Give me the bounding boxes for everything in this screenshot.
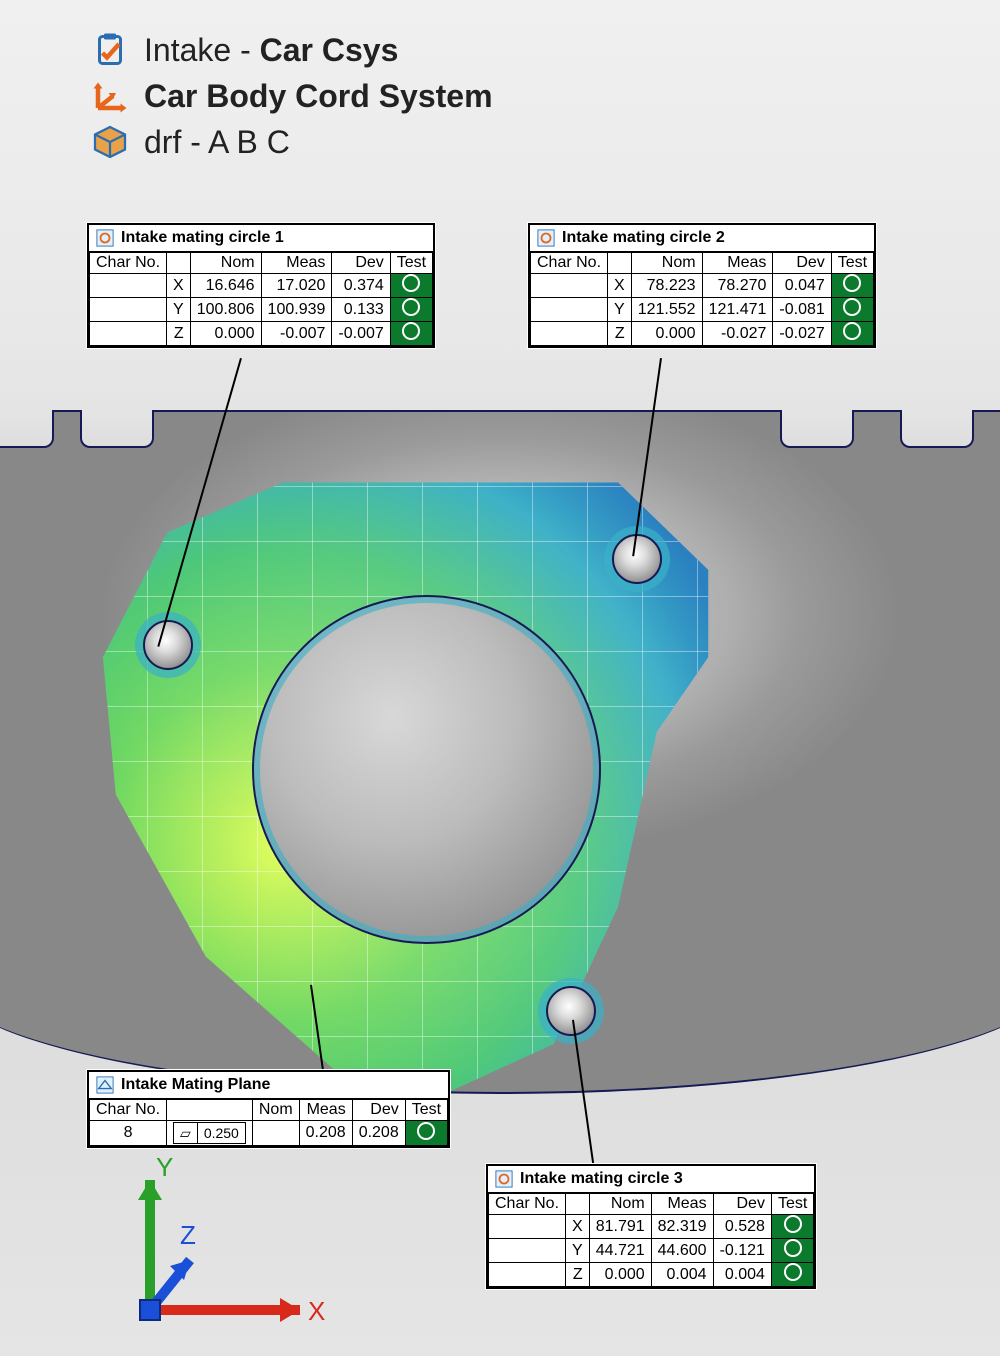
test-pass-indicator bbox=[771, 1215, 813, 1239]
measurement-table: Char No. Nom Meas Dev Test X16.64617.020… bbox=[89, 252, 433, 346]
test-pass-indicator bbox=[405, 1121, 447, 1146]
callout-intake-mating-circle-1[interactable]: Intake mating circle 1 Char No. Nom Meas… bbox=[87, 223, 435, 348]
col-dev: Dev bbox=[713, 1194, 771, 1215]
col-nom: Nom bbox=[589, 1194, 651, 1215]
mating-hole-1 bbox=[143, 620, 193, 670]
col-test: Test bbox=[771, 1194, 813, 1215]
col-meas: Meas bbox=[651, 1194, 713, 1215]
callout-intake-mating-circle-2[interactable]: Intake mating circle 2 Char No. Nom Meas… bbox=[528, 223, 876, 348]
col-dev: Dev bbox=[332, 253, 390, 274]
col-char-no: Char No. bbox=[90, 1100, 167, 1121]
table-row: Z0.000-0.007-0.007 bbox=[90, 322, 433, 346]
test-pass-indicator bbox=[831, 298, 873, 322]
table-row: X16.64617.0200.374 bbox=[90, 274, 433, 298]
coordinate-triad[interactable]: X Y Z bbox=[110, 1160, 330, 1340]
table-row: Z0.000-0.027-0.027 bbox=[531, 322, 874, 346]
axes-icon bbox=[90, 76, 130, 116]
table-row: X81.79182.3190.528 bbox=[489, 1215, 814, 1239]
circle-feature-icon bbox=[494, 1169, 514, 1189]
measurement-table: Char No. Nom Meas Dev Test X78.22378.270… bbox=[530, 252, 874, 346]
info-intake-bold: Car Csys bbox=[260, 32, 399, 68]
clipboard-check-icon bbox=[90, 30, 130, 70]
info-row-drf: drf - A B C bbox=[90, 122, 493, 162]
table-row: Y44.72144.600-0.121 bbox=[489, 1239, 814, 1263]
table-row: 8 ⏥ 0.250 0.208 0.208 bbox=[90, 1121, 448, 1146]
circle-feature-icon bbox=[536, 228, 556, 248]
axis-label-x: X bbox=[308, 1296, 325, 1327]
test-pass-indicator bbox=[831, 322, 873, 346]
mating-hole-2 bbox=[612, 534, 662, 584]
gdnt-feature-control-frame: ⏥ 0.250 bbox=[173, 1122, 246, 1144]
callout-title: Intake mating circle 1 bbox=[121, 229, 284, 247]
test-pass-indicator bbox=[771, 1239, 813, 1263]
test-pass-indicator bbox=[771, 1263, 813, 1287]
table-row: Z0.0000.0040.004 bbox=[489, 1263, 814, 1287]
callout-intake-mating-plane[interactable]: Intake Mating Plane Char No. Nom Meas De… bbox=[87, 1070, 450, 1148]
test-pass-indicator bbox=[390, 274, 432, 298]
test-pass-indicator bbox=[390, 298, 432, 322]
alignment-info-block: Intake - Car Csys Car Body Cord System d… bbox=[90, 30, 493, 168]
info-row-intake: Intake - Car Csys bbox=[90, 30, 493, 70]
callout-title: Intake mating circle 3 bbox=[520, 1170, 683, 1188]
mating-hole-3 bbox=[546, 986, 596, 1036]
flatness-symbol-icon: ⏥ bbox=[174, 1123, 198, 1143]
col-nom: Nom bbox=[631, 253, 702, 274]
col-char-no: Char No. bbox=[531, 253, 608, 274]
plane-feature-icon bbox=[95, 1075, 115, 1095]
measurement-table: Char No. Nom Meas Dev Test 8 ⏥ 0.250 0.2… bbox=[89, 1099, 448, 1146]
info-row-csys: Car Body Cord System bbox=[90, 76, 493, 116]
info-drf-prefix: drf - bbox=[144, 124, 208, 160]
tolerance-value: 0.250 bbox=[198, 1123, 245, 1143]
test-pass-indicator bbox=[831, 274, 873, 298]
col-meas: Meas bbox=[299, 1100, 352, 1121]
test-pass-indicator bbox=[390, 322, 432, 346]
col-char-no: Char No. bbox=[489, 1194, 566, 1215]
table-row: Y100.806100.9390.133 bbox=[90, 298, 433, 322]
col-dev: Dev bbox=[773, 253, 831, 274]
axis-label-z: Z bbox=[180, 1220, 196, 1251]
col-char-no: Char No. bbox=[90, 253, 167, 274]
info-csys-label: Car Body Cord System bbox=[144, 78, 493, 115]
col-meas: Meas bbox=[702, 253, 773, 274]
callout-intake-mating-circle-3[interactable]: Intake mating circle 3 Char No. Nom Meas… bbox=[486, 1164, 816, 1289]
col-nom: Nom bbox=[252, 1100, 299, 1121]
callout-title: Intake Mating Plane bbox=[121, 1076, 270, 1094]
info-drf-rest: A B C bbox=[208, 124, 290, 160]
col-dev: Dev bbox=[352, 1100, 405, 1121]
cube-icon bbox=[90, 122, 130, 162]
callout-title: Intake mating circle 2 bbox=[562, 229, 725, 247]
col-nom: Nom bbox=[190, 253, 261, 274]
measurement-table: Char No. Nom Meas Dev Test X81.79182.319… bbox=[488, 1193, 814, 1287]
col-meas: Meas bbox=[261, 253, 332, 274]
axis-label-y: Y bbox=[156, 1152, 173, 1183]
table-row: X78.22378.2700.047 bbox=[531, 274, 874, 298]
circle-feature-icon bbox=[95, 228, 115, 248]
char-no-value: 8 bbox=[90, 1121, 167, 1146]
flange-center-bore bbox=[252, 595, 601, 944]
col-test: Test bbox=[390, 253, 432, 274]
table-row: Y121.552121.471-0.081 bbox=[531, 298, 874, 322]
col-test: Test bbox=[831, 253, 873, 274]
info-intake-prefix: Intake - bbox=[144, 32, 260, 68]
col-test: Test bbox=[405, 1100, 447, 1121]
